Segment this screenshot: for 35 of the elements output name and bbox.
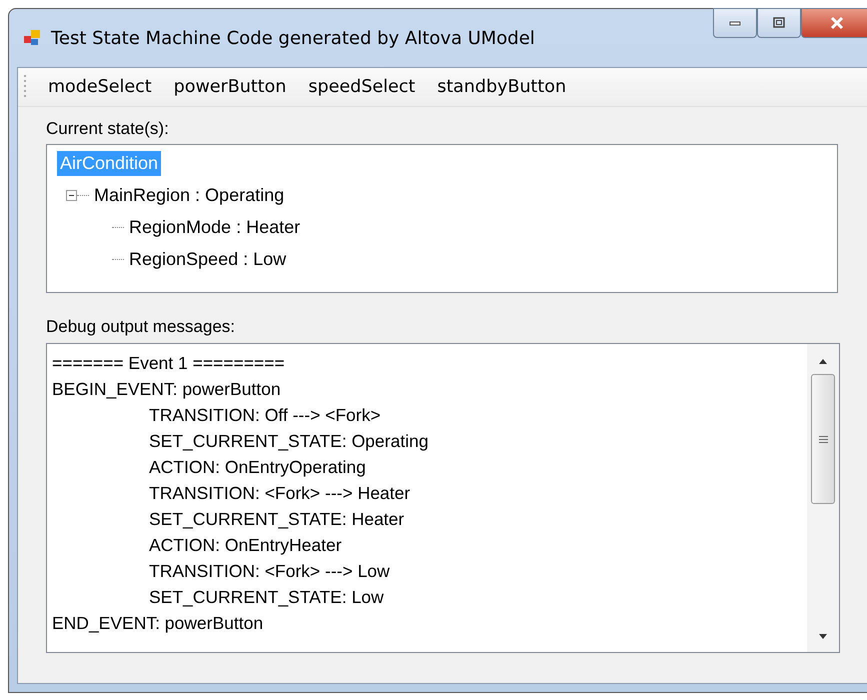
log-line: SET_CURRENT_STATE: Low [148, 586, 385, 609]
log-line: ACTION: OnEntryHeater [148, 534, 343, 557]
log-line: TRANSITION: Off ---> <Fork> [148, 404, 382, 427]
close-icon [829, 16, 845, 30]
log-line: END_EVENT: powerButton [52, 612, 264, 635]
close-button[interactable] [801, 8, 867, 38]
restore-button[interactable] [757, 8, 801, 38]
scroll-down-icon[interactable] [818, 634, 828, 640]
log-line: ======= Event 1 ========= [52, 352, 286, 375]
log-line: SET_CURRENT_STATE: Operating [148, 430, 430, 453]
app-icon [23, 29, 41, 47]
log-line: TRANSITION: <Fork> ---> Low [148, 560, 391, 583]
grip-lines-icon [818, 436, 828, 442]
log-line: TRANSITION: <Fork> ---> Heater [148, 482, 412, 505]
tree-node[interactable]: MainRegion : Operating [91, 182, 288, 208]
tree-node[interactable]: RegionSpeed : Low [126, 246, 290, 272]
minimize-button[interactable] [713, 8, 757, 38]
menu-item[interactable]: modeSelect [37, 77, 163, 97]
tree-node[interactable]: RegionMode : Heater [126, 214, 304, 240]
minimize-icon [729, 20, 741, 26]
grip-icon [24, 75, 27, 99]
states-label: Current state(s): [46, 119, 170, 140]
log-line: BEGIN_EVENT: powerButton [52, 378, 282, 401]
log-line: ACTION: OnEntryOperating [148, 456, 367, 479]
scrollbar[interactable] [807, 344, 839, 652]
window-title: Test State Machine Code generated by Altova UModel [51, 28, 535, 48]
menu-item[interactable]: powerButton [162, 77, 298, 97]
log-line: SET_CURRENT_STATE: Heater [148, 508, 406, 531]
collapse-icon[interactable] [66, 190, 77, 200]
menu-item[interactable]: standbyButton [426, 77, 578, 97]
restore-icon [772, 17, 786, 29]
scroll-thumb[interactable] [811, 374, 835, 504]
debug-label: Debug output messages: [46, 317, 236, 338]
menu-item[interactable]: speedSelect [297, 77, 426, 97]
scroll-up-icon[interactable] [818, 358, 828, 364]
